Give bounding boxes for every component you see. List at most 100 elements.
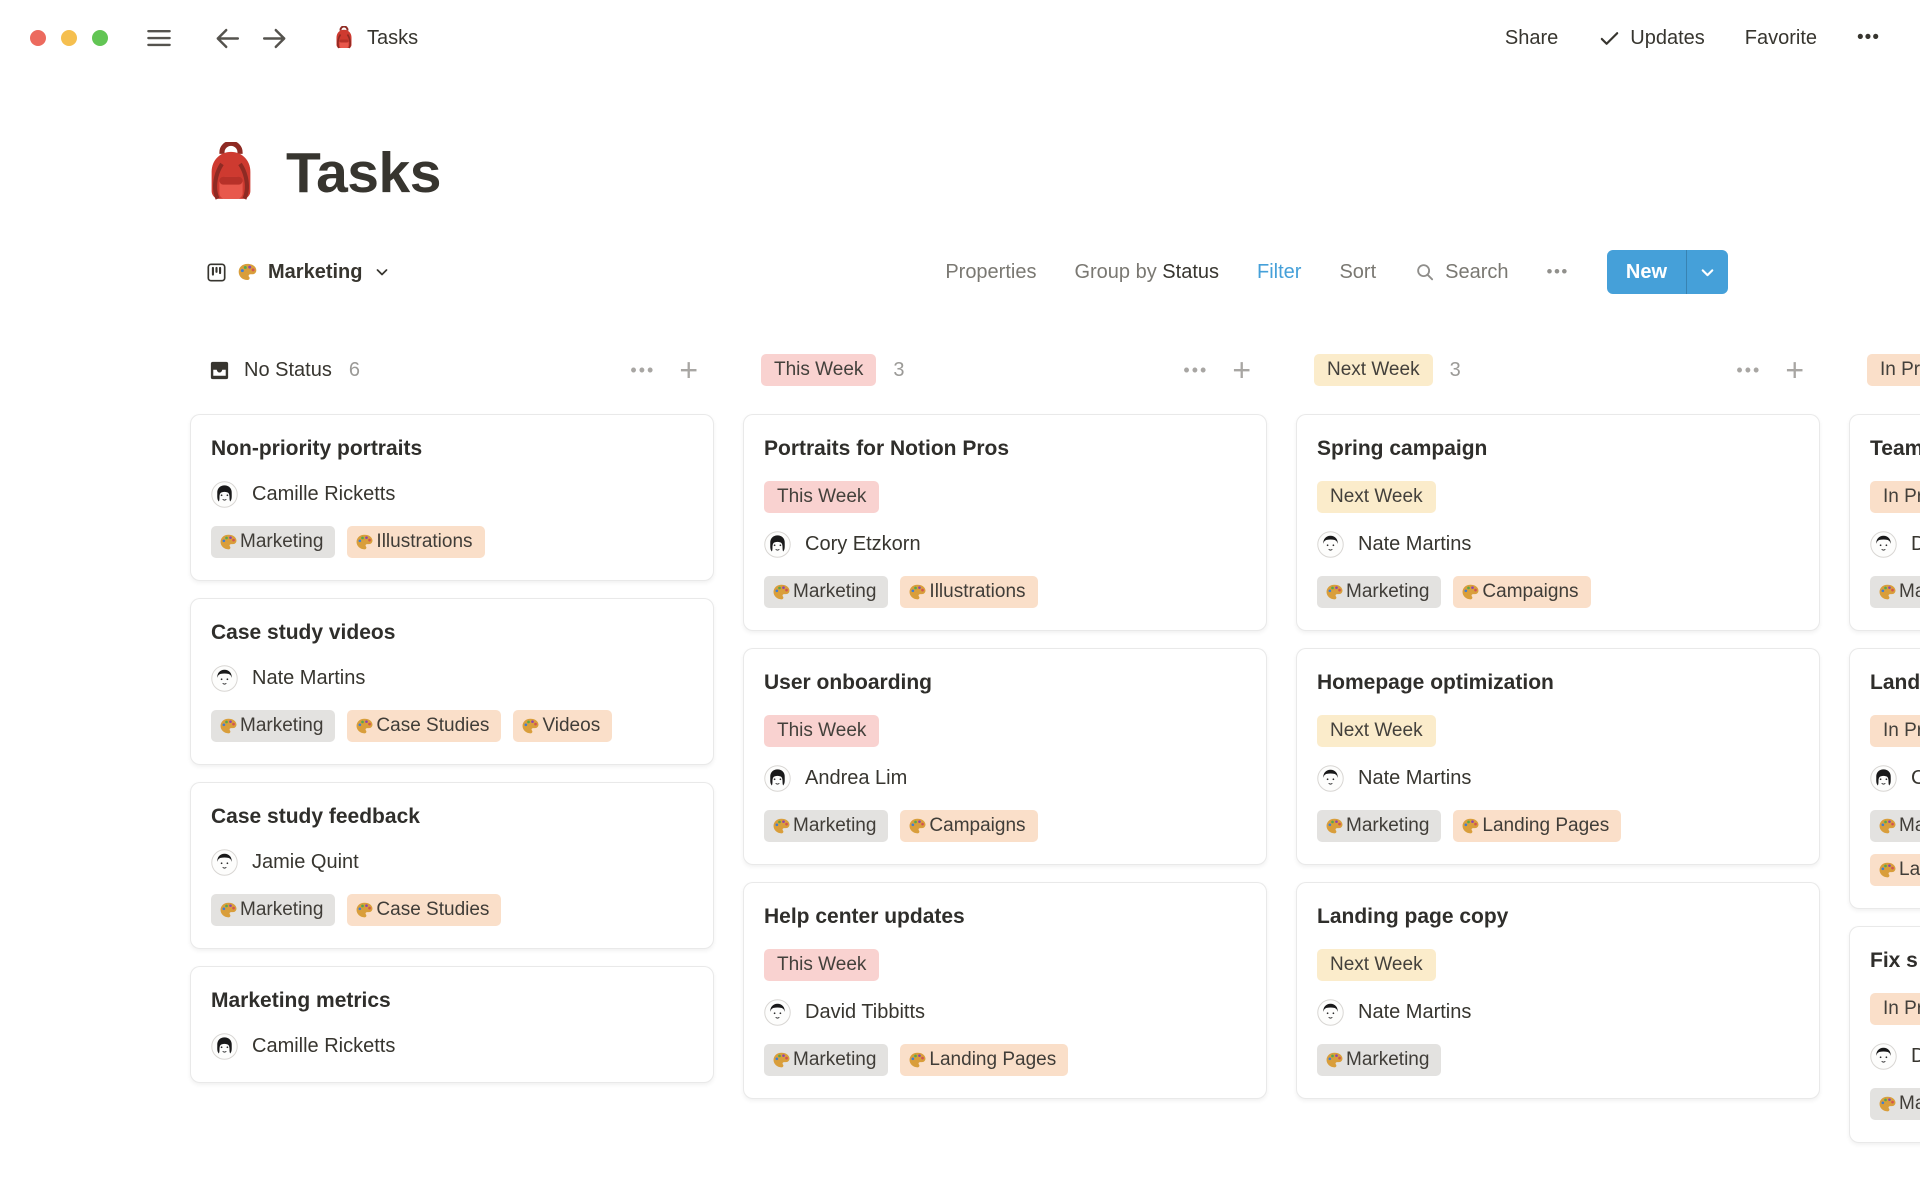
person-name: Nate Martins bbox=[1358, 533, 1471, 556]
updates-button[interactable]: Updates bbox=[1598, 27, 1705, 50]
close-window-button[interactable] bbox=[30, 30, 46, 46]
filter-button[interactable]: Filter bbox=[1257, 261, 1301, 284]
card[interactable]: Homepage optimizationNext WeekNate Marti… bbox=[1296, 648, 1820, 865]
avatar bbox=[764, 999, 791, 1026]
new-button[interactable]: New bbox=[1607, 250, 1728, 294]
person-name: David Tibbitts bbox=[1911, 533, 1920, 556]
search-button[interactable]: Search bbox=[1414, 261, 1508, 284]
column-add-button[interactable]: + bbox=[1232, 356, 1251, 384]
forward-arrow-icon[interactable] bbox=[259, 23, 290, 54]
tag-label: Marketing bbox=[793, 813, 876, 839]
page-title: Tasks bbox=[286, 140, 441, 206]
column-more-button[interactable]: ••• bbox=[1736, 360, 1761, 381]
column-title[interactable]: Next Week bbox=[1314, 354, 1433, 386]
column-header: No Status6•••+ bbox=[190, 350, 714, 390]
palette-icon bbox=[355, 717, 374, 736]
card-person: Camille Ricketts bbox=[211, 481, 693, 508]
palette-icon bbox=[521, 717, 540, 736]
card[interactable]: Help center updatesThis WeekDavid Tibbit… bbox=[743, 882, 1267, 1099]
person-name: Jamie Quint bbox=[252, 851, 359, 874]
back-arrow-icon[interactable] bbox=[212, 23, 243, 54]
tag-marketing: Marketing bbox=[211, 710, 335, 742]
tag-landing-pages: Landing Pages bbox=[900, 1044, 1068, 1076]
tag-case-studies: Case Studies bbox=[347, 710, 501, 742]
card[interactable]: Marketing metricsCamille Ricketts bbox=[190, 966, 714, 1083]
person-name: Cory Etzkorn bbox=[1911, 767, 1920, 790]
new-button-chevron-icon[interactable] bbox=[1687, 250, 1728, 294]
card[interactable]: User onboardingThis WeekAndrea LimMarket… bbox=[743, 648, 1267, 865]
view-tab-marketing[interactable]: Marketing bbox=[206, 261, 390, 284]
chevron-down-icon bbox=[374, 264, 390, 280]
tag-label: Videos bbox=[542, 713, 600, 739]
board-column-in-progress: In Progress•••+TeamIn ProgressDavid Tibb… bbox=[1849, 350, 1920, 1143]
column-more-button[interactable]: ••• bbox=[1183, 360, 1208, 381]
palette-icon bbox=[355, 901, 374, 920]
tag-marketing: Marketing bbox=[1317, 810, 1441, 842]
column-actions: ••• + bbox=[1736, 356, 1804, 384]
more-options-icon[interactable]: ••• bbox=[1857, 27, 1880, 49]
column-more-button[interactable]: ••• bbox=[630, 360, 655, 381]
board-view-icon bbox=[206, 262, 227, 283]
palette-icon bbox=[908, 817, 927, 836]
card-tags: Marketing bbox=[1317, 1044, 1799, 1076]
card-person: Cory Etzkorn bbox=[764, 531, 1246, 558]
column-title[interactable]: No Status bbox=[208, 359, 332, 382]
tag-label: Landing Pages bbox=[929, 1047, 1056, 1073]
share-button[interactable]: Share bbox=[1505, 27, 1558, 50]
card-title: User onboarding bbox=[764, 669, 1246, 697]
tag-marketing: Marketing bbox=[1870, 1088, 1920, 1120]
card[interactable]: TeamIn ProgressDavid TibbittsMarketing bbox=[1849, 414, 1920, 631]
tag-marketing: Marketing bbox=[211, 894, 335, 926]
page-backpack-icon[interactable] bbox=[200, 142, 262, 204]
breadcrumb[interactable]: Tasks bbox=[332, 26, 418, 50]
card-title: Marketing metrics bbox=[211, 987, 693, 1015]
card-status-row: In Progress bbox=[1870, 715, 1920, 747]
card-person: Cory Etzkorn bbox=[1870, 765, 1920, 792]
card-status-row: This Week bbox=[764, 949, 1246, 981]
tag-marketing: Marketing bbox=[1317, 1044, 1441, 1076]
card[interactable]: Case study videosNate MartinsMarketingCa… bbox=[190, 598, 714, 765]
page-header: Tasks bbox=[200, 140, 1920, 206]
tag-campaigns: Campaigns bbox=[1453, 576, 1590, 608]
favorite-button[interactable]: Favorite bbox=[1745, 27, 1817, 50]
palette-icon bbox=[1325, 1051, 1344, 1070]
card[interactable]: LandingIn ProgressCory EtzkornMarketingL… bbox=[1849, 648, 1920, 909]
sort-button[interactable]: Sort bbox=[1339, 261, 1376, 284]
tag-label: Marketing bbox=[1899, 579, 1920, 605]
palette-icon bbox=[355, 533, 374, 552]
column-title[interactable]: In Progress bbox=[1867, 354, 1920, 386]
tag-marketing: Marketing bbox=[764, 576, 888, 608]
card[interactable]: Non-priority portraitsCamille RickettsMa… bbox=[190, 414, 714, 581]
tag-marketing: Marketing bbox=[1870, 576, 1920, 608]
card-person: Nate Martins bbox=[1317, 765, 1799, 792]
card[interactable]: Case study feedbackJamie QuintMarketingC… bbox=[190, 782, 714, 949]
zoom-window-button[interactable] bbox=[92, 30, 108, 46]
card-person: Nate Martins bbox=[211, 665, 693, 692]
palette-icon bbox=[1325, 817, 1344, 836]
status-pill: Next Week bbox=[1317, 715, 1436, 747]
toolbar-more-icon[interactable]: ••• bbox=[1547, 262, 1569, 282]
status-pill: Next Week bbox=[1317, 481, 1436, 513]
card-tags: MarketingCampaigns bbox=[764, 810, 1246, 842]
card[interactable]: Spring campaignNext WeekNate MartinsMark… bbox=[1296, 414, 1820, 631]
new-button-label[interactable]: New bbox=[1607, 250, 1686, 294]
tag-label: Landing Pages bbox=[1482, 813, 1609, 839]
palette-icon bbox=[219, 533, 238, 552]
palette-icon bbox=[1878, 817, 1897, 836]
column-add-button[interactable]: + bbox=[1785, 356, 1804, 384]
card[interactable]: Portraits for Notion ProsThis WeekCory E… bbox=[743, 414, 1267, 631]
card[interactable]: Landing page copyNext WeekNate MartinsMa… bbox=[1296, 882, 1820, 1099]
column-add-button[interactable]: + bbox=[679, 356, 698, 384]
column-header: Next Week3•••+ bbox=[1296, 350, 1820, 390]
tag-label: Marketing bbox=[1346, 813, 1429, 839]
group-by-button[interactable]: Group by Status bbox=[1074, 261, 1219, 284]
column-header: This Week3•••+ bbox=[743, 350, 1267, 390]
minimize-window-button[interactable] bbox=[61, 30, 77, 46]
card[interactable]: Fix sIn ProgressDavid TibbittsMarketing bbox=[1849, 926, 1920, 1143]
avatar bbox=[764, 531, 791, 558]
board-column-next-week: Next Week3•••+Spring campaignNext WeekNa… bbox=[1296, 350, 1820, 1099]
properties-button[interactable]: Properties bbox=[945, 261, 1036, 284]
column-title[interactable]: This Week bbox=[761, 354, 876, 386]
card-status-row: In Progress bbox=[1870, 993, 1920, 1025]
sidebar-menu-icon[interactable] bbox=[144, 23, 174, 53]
